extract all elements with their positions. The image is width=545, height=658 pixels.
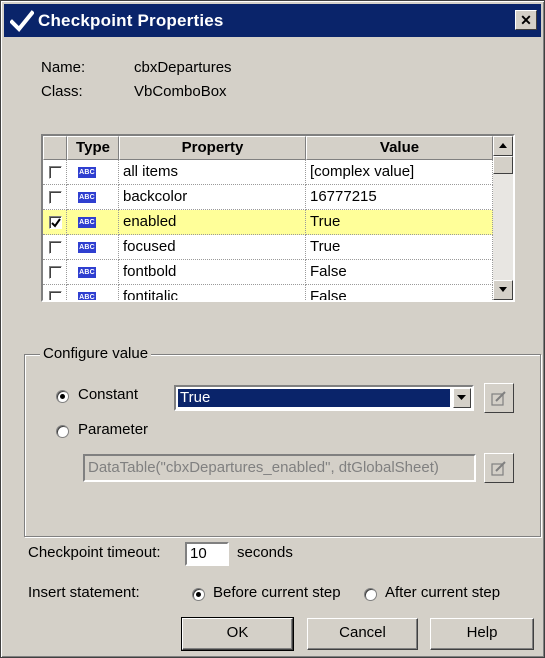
row-type-cell: ABC: [67, 210, 119, 235]
table-row[interactable]: ABC all items [complex value]: [43, 160, 493, 185]
after-step-radio[interactable]: [364, 588, 377, 601]
row-checkbox[interactable]: [49, 216, 62, 229]
before-step-radio[interactable]: [192, 588, 205, 601]
text-type-icon: ABC: [78, 267, 96, 278]
table-row[interactable]: ABC focused True: [43, 235, 493, 260]
scroll-down-button[interactable]: [493, 280, 513, 300]
constant-value-combo[interactable]: True: [174, 385, 474, 411]
select-all-header[interactable]: [43, 136, 67, 160]
title-bar[interactable]: Checkpoint Properties ✕: [4, 4, 541, 37]
table-row[interactable]: ABC enabled True: [43, 210, 493, 235]
column-header-property[interactable]: Property: [119, 136, 306, 160]
name-value: cbxDepartures: [134, 59, 232, 76]
arrow-up-icon: [499, 143, 507, 148]
text-type-icon: ABC: [78, 292, 96, 300]
table-row[interactable]: ABC fontbold False: [43, 260, 493, 285]
row-value-cell: True: [306, 235, 493, 260]
checkpoint-properties-dialog: Checkpoint Properties ✕ Name: cbxDepartu…: [0, 0, 545, 658]
constant-label[interactable]: Constant: [78, 386, 138, 403]
constant-radio[interactable]: [56, 390, 69, 403]
text-type-icon: ABC: [78, 192, 96, 203]
dialog-title: Checkpoint Properties: [38, 11, 224, 30]
timeout-label: Checkpoint timeout:: [28, 544, 161, 561]
constant-value-selected: True: [178, 389, 450, 407]
row-checkbox[interactable]: [49, 291, 62, 300]
column-header-value[interactable]: Value: [306, 136, 493, 160]
row-value-cell: 16777215: [306, 185, 493, 210]
timeout-unit: seconds: [237, 544, 293, 561]
help-button[interactable]: Help: [430, 618, 534, 650]
arrow-down-icon: [499, 287, 507, 292]
scroll-thumb[interactable]: [493, 156, 513, 174]
parameter-field: DataTable("cbxDepartures_enabled", dtGlo…: [83, 454, 476, 482]
row-property-cell: backcolor: [119, 185, 306, 210]
row-value-cell: [complex value]: [306, 160, 493, 185]
property-grid[interactable]: Type Property Value ABC all items [complex…: [41, 134, 515, 302]
after-step-label[interactable]: After current step: [385, 584, 500, 601]
parameter-label[interactable]: Parameter: [78, 421, 148, 438]
row-property-cell: fontitalic: [119, 285, 306, 300]
row-checkbox-cell: [43, 285, 67, 300]
edit-icon: [491, 461, 506, 476]
grid-header: Type Property Value: [43, 136, 493, 160]
text-type-icon: ABC: [78, 242, 96, 253]
row-checkbox-cell: [43, 185, 67, 210]
checkmark-icon: [10, 10, 34, 32]
row-property-cell: enabled: [119, 210, 306, 235]
row-value-cell: False: [306, 260, 493, 285]
row-type-cell: ABC: [67, 185, 119, 210]
check-icon: [51, 218, 61, 228]
cancel-button[interactable]: Cancel: [307, 618, 418, 650]
timeout-input[interactable]: 10: [185, 542, 229, 566]
property-grid-body: Type Property Value ABC all items [complex…: [43, 136, 493, 300]
text-type-icon: ABC: [78, 167, 96, 178]
configure-value-group: [24, 354, 541, 537]
parameter-edit-button[interactable]: [484, 453, 514, 483]
grid-vertical-scrollbar[interactable]: [493, 136, 513, 300]
row-value-cell: False: [306, 285, 493, 300]
table-row[interactable]: ABC backcolor 16777215: [43, 185, 493, 210]
combo-dropdown-button[interactable]: [453, 388, 471, 408]
row-type-cell: ABC: [67, 235, 119, 260]
class-value: VbComboBox: [134, 83, 227, 100]
column-header-type[interactable]: Type: [67, 136, 119, 160]
insert-statement-label: Insert statement:: [28, 584, 140, 601]
row-value-cell: True: [306, 210, 493, 235]
row-property-cell: all items: [119, 160, 306, 185]
table-row[interactable]: ABC fontitalic False: [43, 285, 493, 300]
row-checkbox-cell: [43, 210, 67, 235]
row-checkbox-cell: [43, 260, 67, 285]
row-checkbox[interactable]: [49, 166, 62, 179]
row-checkbox-cell: [43, 235, 67, 260]
edit-icon: [491, 391, 506, 406]
name-label: Name:: [41, 59, 86, 76]
parameter-radio[interactable]: [56, 425, 69, 438]
row-type-cell: ABC: [67, 260, 119, 285]
row-checkbox-cell: [43, 160, 67, 185]
chevron-down-icon: [457, 395, 466, 400]
ok-button[interactable]: OK: [181, 617, 294, 651]
constant-edit-button[interactable]: [484, 383, 514, 413]
class-label: Class:: [41, 83, 83, 100]
row-checkbox[interactable]: [49, 241, 62, 254]
before-step-label[interactable]: Before current step: [213, 584, 341, 601]
close-button[interactable]: ✕: [515, 10, 537, 30]
scroll-up-button[interactable]: [493, 136, 513, 156]
row-property-cell: focused: [119, 235, 306, 260]
row-checkbox[interactable]: [49, 191, 62, 204]
row-checkbox[interactable]: [49, 266, 62, 279]
row-type-cell: ABC: [67, 285, 119, 300]
row-type-cell: ABC: [67, 160, 119, 185]
row-property-cell: fontbold: [119, 260, 306, 285]
configure-value-label: Configure value: [40, 345, 152, 362]
text-type-icon: ABC: [78, 217, 96, 228]
